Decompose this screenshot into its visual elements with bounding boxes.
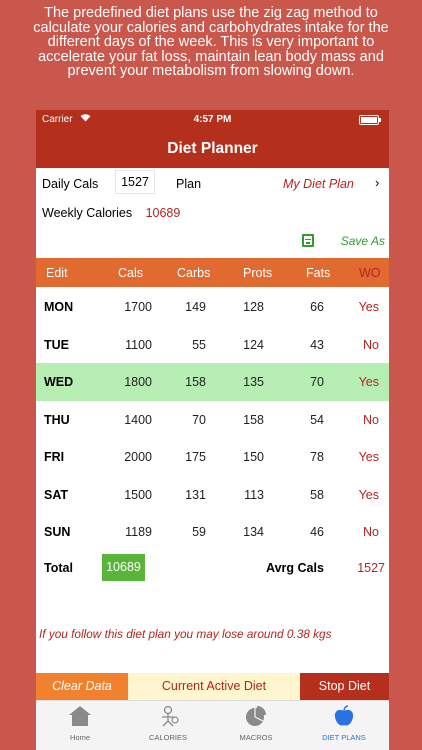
battery-icon bbox=[359, 115, 381, 125]
total-value-badge: 10689 bbox=[102, 554, 145, 581]
current-active-diet-button[interactable]: Current Active Diet bbox=[128, 673, 300, 700]
wo-value: No bbox=[363, 412, 379, 427]
cals-value: 1189 bbox=[125, 525, 152, 539]
tab-bar: Home CALORIES MACROS DIET PLANS bbox=[36, 700, 389, 750]
tab-label: DIET PLANS bbox=[322, 733, 366, 742]
promo-text: The predefined diet plans use the zig za… bbox=[33, 5, 389, 80]
status-bar: Carrier 4:57 PM bbox=[36, 110, 389, 130]
home-icon bbox=[68, 705, 92, 727]
pie-chart-icon bbox=[244, 705, 268, 727]
fats-value: 58 bbox=[310, 487, 324, 502]
prots-value: 134 bbox=[243, 525, 264, 539]
cals-value: 1700 bbox=[124, 300, 152, 314]
calories-icon bbox=[156, 705, 180, 727]
tab-label: CALORIES bbox=[149, 733, 187, 742]
tab-label: Home bbox=[69, 733, 90, 742]
save-as-button[interactable]: Save As bbox=[341, 234, 385, 248]
wo-value: Yes bbox=[358, 450, 379, 464]
table-row[interactable]: SUN 1189 59 134 46 No bbox=[36, 513, 389, 551]
tab-diet-plans[interactable]: DIET PLANS bbox=[300, 701, 388, 750]
daily-cals-label: Daily Cals bbox=[42, 177, 99, 191]
cals-value: 1800 bbox=[124, 375, 152, 389]
day-label: TUE bbox=[44, 337, 69, 352]
tab-home[interactable]: Home bbox=[36, 701, 124, 750]
cals-value: 1500 bbox=[124, 487, 152, 502]
wo-value: Yes bbox=[358, 487, 379, 502]
carbs-value: 158 bbox=[185, 375, 206, 389]
header-cals: Cals bbox=[118, 266, 144, 280]
prots-value: 128 bbox=[243, 300, 264, 314]
fats-value: 46 bbox=[310, 525, 324, 539]
daily-cals-input[interactable]: 1527 bbox=[115, 170, 155, 194]
avg-cals-label: Avrg Cals bbox=[266, 561, 324, 575]
cals-value: 1400 bbox=[124, 412, 152, 427]
prots-value: 158 bbox=[243, 412, 264, 427]
carbs-value: 175 bbox=[185, 450, 206, 464]
day-label: THU bbox=[44, 412, 70, 427]
save-icon[interactable] bbox=[302, 234, 314, 247]
avg-cals-value: 1527 bbox=[357, 561, 385, 575]
weekly-calories-value: 10689 bbox=[145, 206, 181, 220]
status-time: 4:57 PM bbox=[193, 114, 232, 125]
tab-label: MACROS bbox=[239, 733, 273, 742]
prots-value: 124 bbox=[243, 337, 264, 352]
day-label: FRI bbox=[44, 450, 65, 464]
header-prots: Prots bbox=[243, 266, 273, 280]
weekly-calories-label: Weekly Calories bbox=[42, 206, 133, 220]
prots-value: 150 bbox=[243, 450, 264, 464]
table-row-active[interactable]: WED 1800 158 135 70 Yes bbox=[36, 363, 389, 401]
carbs-value: 70 bbox=[192, 412, 206, 427]
day-table: MON 1700 149 128 66 Yes TUE 1100 55 124 … bbox=[36, 288, 389, 551]
weekly-calories-row: Weekly Calories 10689 bbox=[42, 206, 180, 220]
weight-loss-note: If you follow this diet plan you may los… bbox=[39, 627, 332, 641]
stop-diet-button[interactable]: Stop Diet bbox=[300, 673, 389, 700]
fats-value: 78 bbox=[310, 450, 324, 464]
clear-data-button[interactable]: Clear Data bbox=[36, 673, 128, 700]
apple-icon bbox=[332, 705, 356, 727]
prots-value: 113 bbox=[244, 487, 264, 502]
plan-name-link[interactable]: My Diet Plan bbox=[283, 177, 354, 191]
header-wo: WO bbox=[359, 266, 381, 280]
carbs-value: 131 bbox=[185, 487, 206, 502]
fats-value: 66 bbox=[310, 300, 324, 314]
table-row[interactable]: TUE 1100 55 124 43 No bbox=[36, 326, 389, 364]
table-row[interactable]: SAT 1500 131 113 58 Yes bbox=[36, 476, 389, 514]
fats-value: 54 bbox=[310, 412, 324, 427]
table-header: Edit Cals Carbs Prots Fats WO bbox=[36, 258, 389, 287]
wo-value: No bbox=[363, 337, 379, 352]
nav-title: Diet Planner bbox=[36, 130, 389, 168]
tab-calories[interactable]: CALORIES bbox=[124, 701, 212, 750]
cals-value: 1100 bbox=[125, 337, 152, 352]
day-label: WED bbox=[44, 375, 74, 389]
plan-label: Plan bbox=[176, 177, 202, 191]
carbs-value: 55 bbox=[192, 337, 206, 352]
total-row: Total 10689 Avrg Cals 1527 bbox=[36, 554, 389, 582]
prots-value: 135 bbox=[243, 375, 264, 389]
table-row[interactable]: FRI 2000 175 150 78 Yes bbox=[36, 438, 389, 476]
total-label: Total bbox=[44, 561, 73, 575]
table-row[interactable]: MON 1700 149 128 66 Yes bbox=[36, 288, 389, 326]
chevron-right-icon[interactable]: › bbox=[375, 175, 379, 190]
day-label: MON bbox=[44, 300, 74, 314]
phone-screen: Carrier 4:57 PM Diet Planner Daily Cals … bbox=[36, 110, 389, 750]
cals-value: 2000 bbox=[124, 450, 152, 464]
wo-value: Yes bbox=[358, 375, 379, 389]
day-label: SUN bbox=[44, 525, 71, 539]
action-buttons: Clear Data Current Active Diet Stop Diet bbox=[36, 673, 389, 700]
wo-value: Yes bbox=[358, 300, 379, 314]
tab-macros[interactable]: MACROS bbox=[212, 701, 300, 750]
wo-value: No bbox=[363, 525, 379, 539]
table-row[interactable]: THU 1400 70 158 54 No bbox=[36, 401, 389, 439]
header-carbs: Carbs bbox=[177, 266, 211, 280]
fats-value: 43 bbox=[310, 337, 324, 352]
carbs-value: 59 bbox=[192, 525, 206, 539]
fats-value: 70 bbox=[310, 375, 324, 389]
daily-cals-row: Daily Cals 1527 Plan My Diet Plan › bbox=[36, 168, 389, 200]
day-label: SAT bbox=[44, 487, 69, 502]
edit-button[interactable]: Edit bbox=[46, 266, 68, 280]
header-fats: Fats bbox=[306, 266, 331, 280]
carbs-value: 149 bbox=[185, 300, 206, 314]
